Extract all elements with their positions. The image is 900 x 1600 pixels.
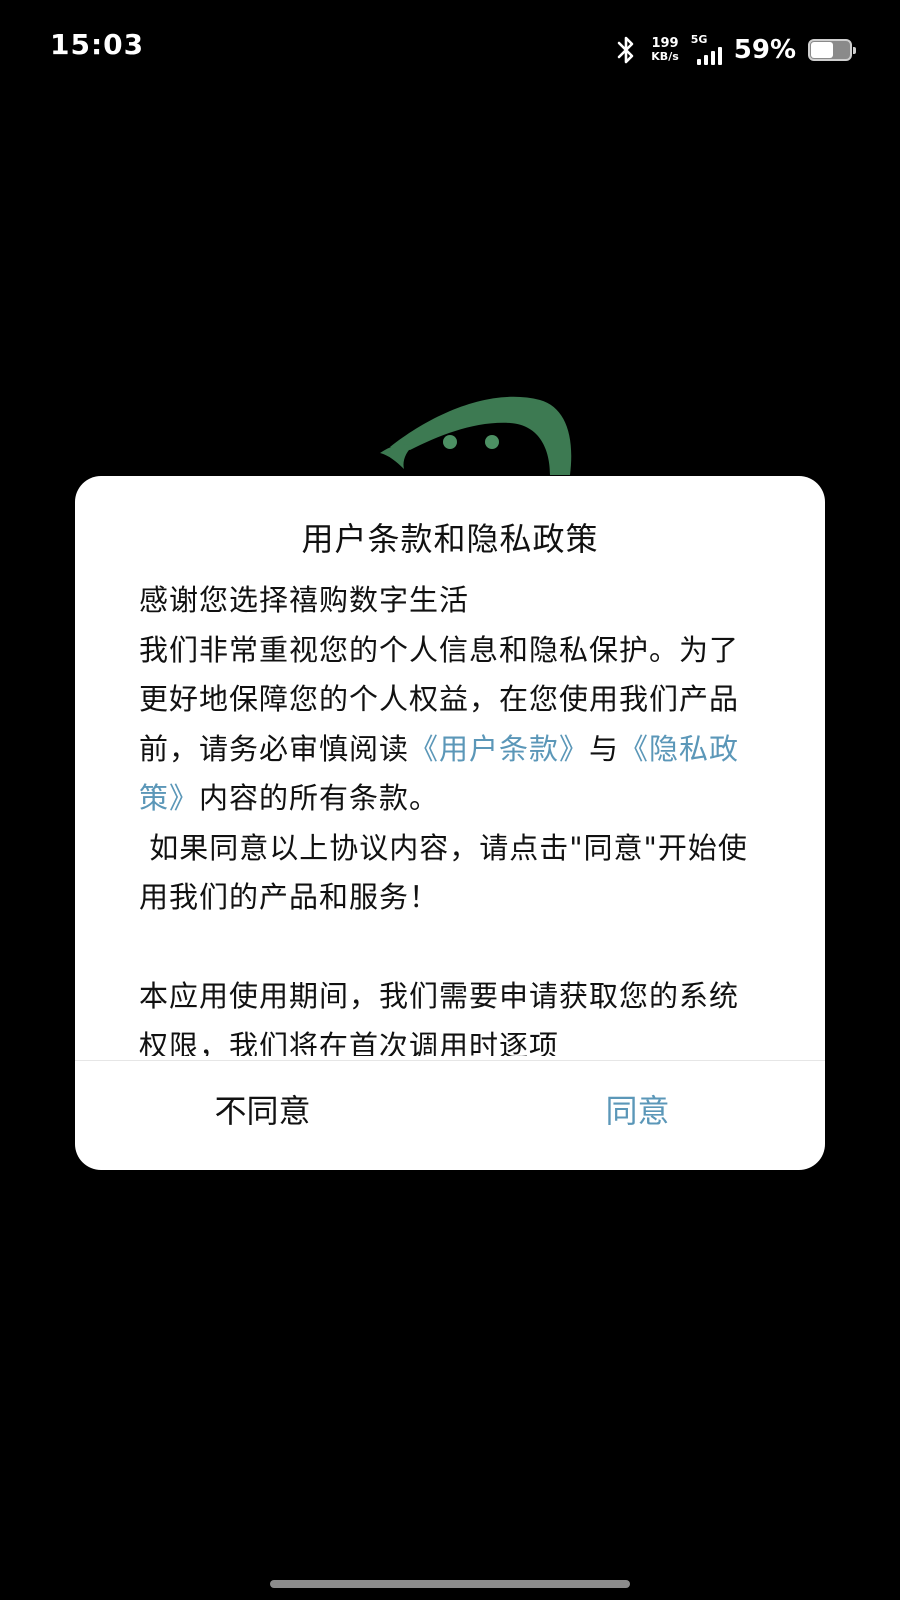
- dialog-text-main: 我们非常重视您的个人信息和隐私保护。为了更好地保障您的个人权益，在您使用我们产品…: [139, 626, 765, 824]
- network-speed-unit: KB/s: [651, 50, 679, 63]
- dialog-actions: 不同意 同意: [75, 1061, 825, 1170]
- signal-icon: 5G: [690, 33, 722, 65]
- home-indicator[interactable]: [270, 1580, 630, 1588]
- dialog-body[interactable]: 感谢您选择禧购数字生活 我们非常重视您的个人信息和隐私保护。为了更好地保障您的个…: [139, 576, 765, 1056]
- screen: 15:03 199 KB/s 5G 59% 用户条款和隐私政策 感谢您选择禧购数…: [0, 0, 900, 1600]
- status-indicators: 199 KB/s 5G 59%: [613, 30, 856, 70]
- battery-level-fill: [811, 42, 833, 58]
- status-bar: 15:03 199 KB/s 5G 59%: [0, 0, 900, 96]
- dialog-text-agree-hint: 如果同意以上协议内容，请点击"同意"开始使用我们的产品和服务！: [139, 830, 748, 915]
- dialog-text-and: 与: [589, 731, 620, 766]
- terms-dialog: 用户条款和隐私政策 感谢您选择禧购数字生活 我们非常重视您的个人信息和隐私保护。…: [75, 476, 825, 1170]
- network-type: 5G: [690, 33, 708, 46]
- battery-percent: 59%: [733, 35, 796, 65]
- app-logo-icon: [380, 396, 572, 475]
- dialog-text-permissions: 本应用使用期间，我们需要申请获取您的系统权限，我们将在首次调用时逐项: [139, 979, 740, 1056]
- network-speed: 199 KB/s: [651, 37, 678, 63]
- dialog-title: 用户条款和隐私政策: [301, 520, 599, 558]
- dialog-text-greeting: 感谢您选择禧购数字生活: [139, 583, 470, 617]
- battery-icon: [808, 39, 856, 61]
- status-time: 15:03: [50, 28, 145, 61]
- disagree-button[interactable]: 不同意: [75, 1061, 450, 1170]
- agree-button[interactable]: 同意: [450, 1061, 825, 1170]
- dialog-text-tail: 内容的所有条款。: [199, 781, 440, 815]
- user-terms-link[interactable]: 《用户条款》: [409, 732, 589, 766]
- network-speed-value: 199: [651, 36, 679, 51]
- bluetooth-icon: [613, 35, 639, 65]
